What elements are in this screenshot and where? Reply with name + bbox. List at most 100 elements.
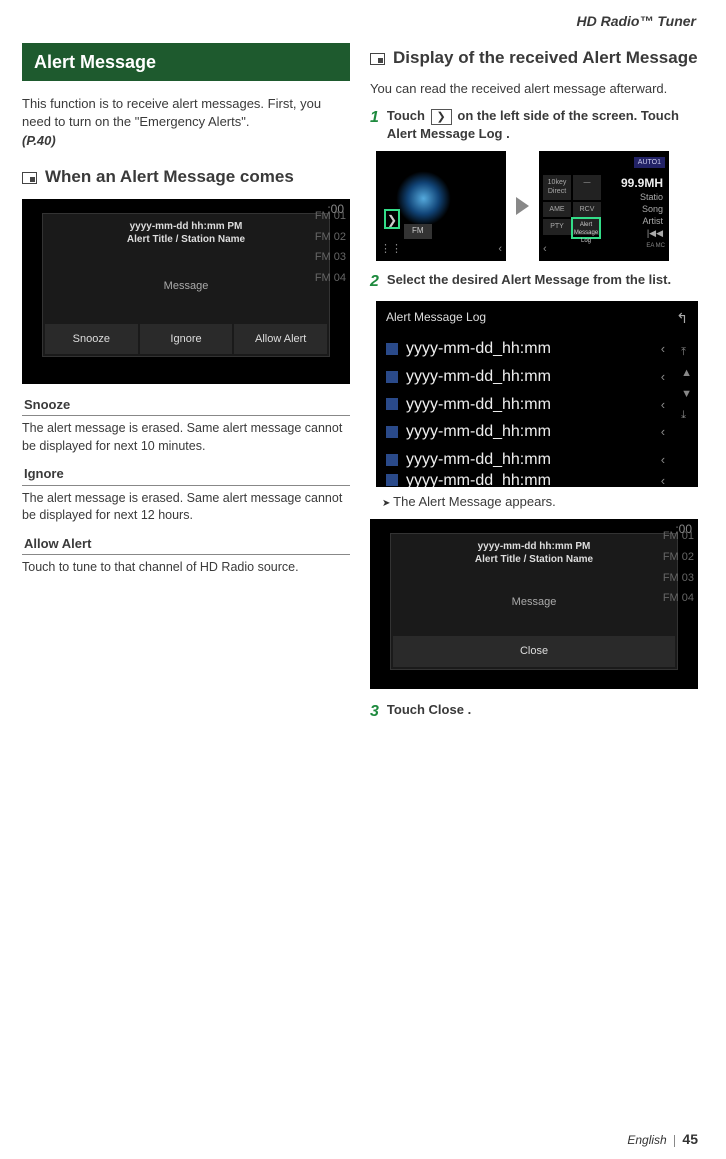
step-3: 3 Touch Close .	[370, 701, 698, 723]
right-column: Display of the received Alert Message Yo…	[370, 43, 698, 731]
twin-figure: ❯ FM ⋮⋮‹ AUTO1 10key Direct — AME RCV PT…	[376, 151, 698, 261]
scroll-up-icon[interactable]: ▲	[681, 366, 692, 381]
chapter-header: HD Radio™ Tuner	[0, 0, 726, 37]
result-text: The Alert Message appears.	[370, 493, 698, 511]
divider	[674, 1135, 675, 1147]
ame-button[interactable]: AME	[543, 202, 571, 217]
allow-alert-button[interactable]: Allow Alert	[234, 324, 327, 355]
intro-text: You can read the received alert message …	[370, 80, 698, 98]
popup-title: Alert Title / Station Name	[391, 553, 677, 567]
square-icon	[386, 343, 398, 355]
list-item[interactable]: yyyy-mm-dd_hh:mm‹	[376, 473, 675, 487]
list-item[interactable]: yyyy-mm-dd_hh:mm ‹	[376, 363, 675, 391]
log-timestamp: yyyy-mm-dd_hh:mm	[406, 366, 551, 388]
band-label: FM	[404, 224, 432, 239]
footer-language: English	[627, 1133, 666, 1147]
t: on the left side of the screen. Touch	[454, 108, 679, 123]
tenkey-button[interactable]: 10key Direct	[543, 175, 571, 200]
alert-log-figure: Alert Message Log ↰ yyyy-mm-dd_hh:mm ‹ yy…	[376, 301, 698, 488]
artist: Artist	[640, 215, 663, 227]
popup-body: Message	[43, 251, 329, 322]
song: Song	[640, 203, 663, 215]
scroll-down-icon[interactable]: ▼	[681, 387, 692, 402]
auto-badge: AUTO1	[634, 157, 665, 168]
intro-text: This function is to receive alert messag…	[22, 95, 350, 130]
chevron-left-icon: ‹	[661, 451, 665, 469]
log-title: Alert Message Log	[376, 301, 666, 336]
station: Statio	[640, 191, 663, 203]
page-reference: (P.40)	[22, 132, 350, 150]
preset: FM 02	[663, 550, 694, 565]
frequency: 99.9MH	[621, 175, 663, 191]
preset: FM 02	[315, 230, 346, 245]
subsection-title: When an Alert Message comes	[45, 166, 294, 189]
popup-header: yyyy-mm-dd hh:mm PM Alert Title / Statio…	[391, 534, 677, 571]
scroll-top-icon[interactable]: ⤒	[681, 345, 692, 360]
wallpaper-icon	[396, 171, 451, 226]
chevron-left-icon: ‹	[661, 473, 665, 487]
rcv-button[interactable]: RCV	[573, 202, 601, 217]
preset-list: FM 01 FM 02 FM 03 FM 04	[315, 209, 346, 286]
preset: FM 03	[315, 250, 346, 265]
step-text: Touch ❯ on the left side of the screen. …	[387, 107, 698, 143]
subsection-heading: Display of the received Alert Message	[370, 47, 698, 70]
ea-mc: EA MC	[646, 242, 665, 257]
preset: FM 04	[663, 591, 694, 606]
t: .	[464, 702, 471, 717]
preset: FM 03	[663, 571, 694, 586]
alert-close-figure: :00 FM 01 FM 02 FM 03 FM 04 yyyy-mm-dd h…	[370, 519, 698, 689]
def-body-allow: Touch to tune to that channel of HD Radi…	[22, 559, 350, 577]
back-icon[interactable]: ↰	[666, 301, 698, 336]
subsection-heading: When an Alert Message comes	[22, 166, 350, 189]
t: .	[503, 126, 510, 141]
list-item[interactable]: yyyy-mm-dd_hh:mm‹	[376, 418, 675, 446]
preset-list: FM 01 FM 02 FM 03 FM 04	[663, 529, 694, 606]
close-label: Close	[429, 702, 464, 717]
pty-button[interactable]: PTY	[543, 219, 571, 234]
popup-timestamp: yyyy-mm-dd hh:mm PM	[43, 220, 329, 234]
expand-button[interactable]: ❯	[384, 209, 400, 229]
chevron-left-icon: ‹	[661, 368, 665, 386]
square-bullet-icon	[22, 172, 37, 184]
popup-header: yyyy-mm-dd hh:mm PM Alert Title / Statio…	[43, 214, 329, 251]
list-item[interactable]: yyyy-mm-dd_hh:mm‹	[376, 335, 675, 363]
page-footer: English 45	[627, 1130, 698, 1149]
step-text: Select the desired Alert Message from th…	[387, 271, 671, 293]
popup-body: Message	[391, 571, 677, 634]
section-title-bar: Alert Message	[22, 43, 350, 81]
expand-chevron-icon: ❯	[431, 109, 452, 126]
def-body-snooze: The alert message is erased. Same alert …	[22, 420, 350, 455]
square-icon	[386, 398, 398, 410]
control-bar: ‹EA MC	[543, 242, 665, 257]
page-number: 45	[682, 1131, 698, 1147]
square-bullet-icon	[370, 53, 385, 65]
chevron-left-icon: ‹	[661, 396, 665, 414]
step-1: 1 Touch ❯ on the left side of the screen…	[370, 107, 698, 143]
t: Touch	[387, 108, 429, 123]
metadata: Statio Song Artist |◀◀	[640, 191, 663, 240]
scroll-bottom-icon[interactable]: ⤓	[681, 408, 692, 423]
popup-title: Alert Title / Station Name	[43, 233, 329, 247]
alert-message-log-button[interactable]: Alert Message Log	[571, 217, 601, 239]
close-button[interactable]: Close	[393, 636, 675, 667]
list-item[interactable]: yyyy-mm-dd_hh:mm‹	[376, 446, 675, 474]
dash-button[interactable]: —	[573, 175, 601, 200]
def-body-ignore: The alert message is erased. Same alert …	[22, 490, 350, 525]
list-item[interactable]: yyyy-mm-dd_hh:mm ‹	[376, 391, 675, 419]
chevron-left-icon: ‹	[661, 423, 665, 441]
chevron-left-icon: ‹	[661, 340, 665, 358]
arrow-right-icon	[516, 197, 529, 215]
ignore-button[interactable]: Ignore	[140, 324, 233, 355]
mini-figure-left: ❯ FM ⋮⋮‹	[376, 151, 506, 261]
square-icon	[386, 474, 398, 486]
snooze-button[interactable]: Snooze	[45, 324, 138, 355]
square-icon	[386, 371, 398, 383]
subsection-title: Display of the received Alert Message	[393, 47, 698, 70]
def-head-ignore: Ignore	[22, 465, 350, 486]
step-number: 2	[370, 271, 379, 293]
step-2: 2 Select the desired Alert Message from …	[370, 271, 698, 293]
square-icon	[386, 426, 398, 438]
log-timestamp: yyyy-mm-dd_hh:mm	[406, 394, 551, 416]
control-bar: ⋮⋮‹	[380, 242, 502, 257]
def-head-allow: Allow Alert	[22, 535, 350, 556]
